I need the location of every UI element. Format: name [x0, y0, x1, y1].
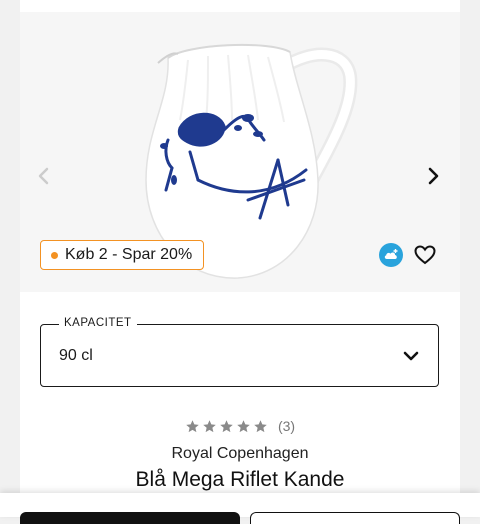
product-brand[interactable]: Royal Copenhagen	[20, 445, 460, 463]
sticky-action-bar	[0, 493, 480, 524]
chevron-left-icon	[38, 167, 49, 185]
capacity-label: KAPACITET	[59, 317, 137, 329]
review-count[interactable]: (3)	[278, 418, 295, 434]
star-icon	[254, 419, 267, 432]
capacity-select[interactable]: KAPACITET 90 cl	[40, 317, 439, 387]
rating[interactable]: (3)	[20, 418, 460, 434]
star-icon	[220, 419, 233, 432]
cloud-plus-icon	[379, 243, 403, 267]
gallery-prev-button[interactable]	[30, 162, 58, 190]
heart-icon[interactable]	[413, 243, 437, 267]
product-card: Køb 2 - Spar 20% KAPACITET 90 cl (3) Roy…	[20, 0, 460, 517]
star-icon	[237, 419, 250, 432]
promo-dot	[51, 251, 58, 259]
star-icon	[186, 419, 199, 432]
chevron-right-icon	[428, 167, 439, 185]
chevron-down-icon	[403, 351, 419, 361]
add-to-cart-button[interactable]	[20, 512, 240, 524]
gallery-next-button[interactable]	[419, 162, 447, 190]
secondary-action-button[interactable]	[250, 512, 460, 524]
promo-badge: Køb 2 - Spar 20%	[40, 240, 205, 270]
product-title: Blå Mega Riflet Kande	[135, 468, 345, 491]
product-image-gallery[interactable]: Køb 2 - Spar 20%	[20, 12, 460, 292]
capacity-value: 90 cl	[59, 347, 93, 364]
star-icon	[203, 419, 216, 432]
promo-label: Køb 2 - Spar 20%	[65, 246, 193, 263]
